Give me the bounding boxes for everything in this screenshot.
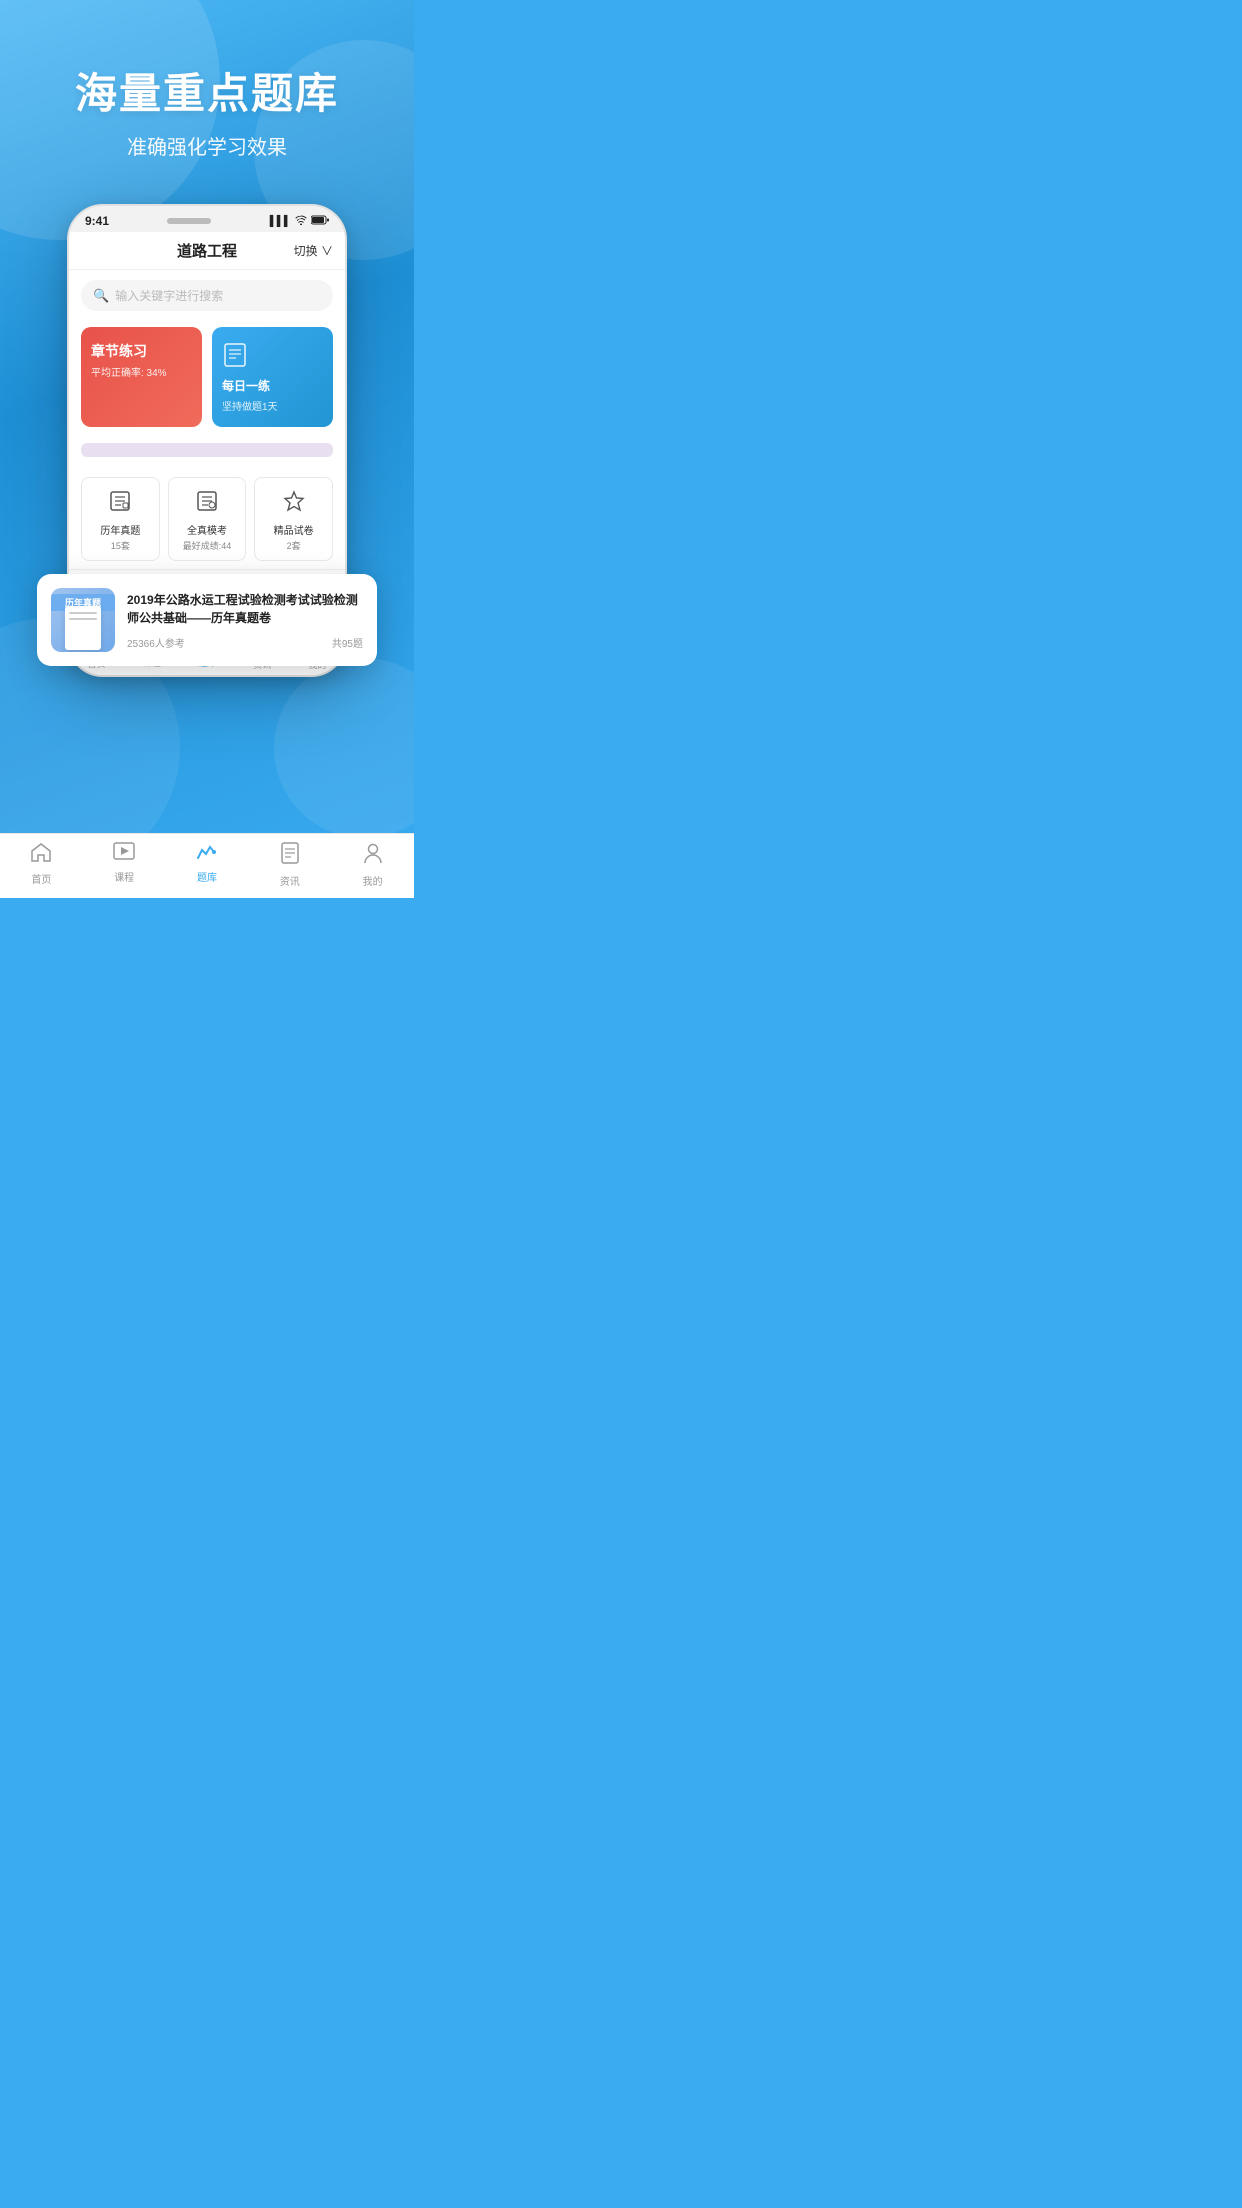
tab-questions[interactable]: 题库 [166,842,249,888]
tab-home[interactable]: 首页 [0,842,83,888]
grid-label-past-exams: 历年真题 [88,522,153,537]
chapter-practice-sub: 平均正确率: 34% [91,364,192,379]
tab-questions-label: 题库 [197,869,217,884]
floating-card-thumbnail: 历年真题 [51,588,115,652]
chapter-practice-card[interactable]: 章节练习 平均正确率: 34% [81,327,202,427]
daily-practice-card[interactable]: 每日一练 坚持做题1天 [212,327,333,427]
app-background: 海量重点题库 准确强化学习效果 9:41 ▌▌▌ [0,0,414,898]
search-icon: 🔍 [93,288,109,304]
phone-app-header: 道路工程 切换 ∨ [69,232,345,270]
hero-title: 海量重点题库 [20,60,394,121]
tab-course-label: 课程 [114,869,134,884]
grid-item-premium[interactable]: 精品试卷 2套 [254,477,333,561]
tab-news[interactable]: 资讯 [248,842,331,888]
chapter-practice-title: 章节练习 [91,341,192,361]
chevron-down-icon: ∨ [321,244,333,258]
mock-exam-icon [175,490,240,518]
premium-icon [261,490,326,518]
tab-news-icon [281,842,299,870]
phone-time: 9:41 [85,214,109,228]
feature-cards: 章节练习 平均正确率: 34% 每日一练 [69,321,345,433]
tab-profile-label: 我的 [363,873,383,888]
switch-button[interactable]: 切换 ∨ [294,242,333,259]
phone-speaker [167,218,211,224]
tab-questions-icon [196,842,218,866]
grid-sub-past-exams: 15套 [88,539,153,552]
floating-card-meta: 25366人参考 共95题 [127,635,363,650]
tab-profile-icon [363,842,383,870]
tab-home-icon [30,842,52,868]
grid-item-mock-exam[interactable]: 全真模考 最好成绩:44 [168,477,247,561]
purple-band [81,443,333,457]
phone-app-title: 道路工程 [177,240,237,261]
grid-label-mock-exam: 全真模考 [175,522,240,537]
spacer [69,433,345,443]
daily-practice-icon [222,341,248,373]
wifi-icon [295,215,307,228]
thumb-doc [65,606,101,650]
floating-card[interactable]: 历年真题 2019年公路水运工程试验检测考试试验检测师公共基础——历年真题卷 2… [37,574,377,666]
phone-status-icons: ▌▌▌ [270,215,329,228]
grid-sub-mock-exam: 最好成绩:44 [175,539,240,552]
tab-profile[interactable]: 我的 [331,842,414,888]
grid-sub-premium: 2套 [261,539,326,552]
grid-label-premium: 精品试卷 [261,522,326,537]
main-tab-bar: 首页 课程 题库 [0,833,414,898]
tab-home-label: 首页 [31,871,51,886]
tab-course[interactable]: 课程 [83,842,166,888]
phone-status-bar: 9:41 ▌▌▌ [69,206,345,232]
phone-container: 9:41 ▌▌▌ [0,204,414,817]
floating-card-content: 2019年公路水运工程试验检测考试试验检测师公共基础——历年真题卷 25366人… [127,591,363,650]
hero-section: 海量重点题库 准确强化学习效果 [0,0,414,180]
battery-icon [311,215,329,228]
spacer2 [69,457,345,465]
floating-card-total: 共95题 [332,635,363,650]
search-bar[interactable]: 🔍 输入关键字进行搜索 [81,280,333,311]
signal-icon: ▌▌▌ [270,216,291,227]
floating-card-title: 2019年公路水运工程试验检测考试试验检测师公共基础——历年真题卷 [127,591,363,627]
daily-practice-sub: 坚持做题1天 [222,398,278,413]
search-placeholder: 输入关键字进行搜索 [115,287,223,304]
grid-item-past-exams[interactable]: 历年真题 15套 [81,477,160,561]
floating-card-participants: 25366人参考 [127,635,185,650]
bottom-grid: 历年真题 15套 全真模考 [69,469,345,569]
tab-course-icon [113,842,135,866]
tab-news-label: 资讯 [280,873,300,888]
past-exams-icon [88,490,153,518]
hero-subtitle: 准确强化学习效果 [20,131,394,160]
daily-practice-title: 每日一练 [222,377,270,394]
